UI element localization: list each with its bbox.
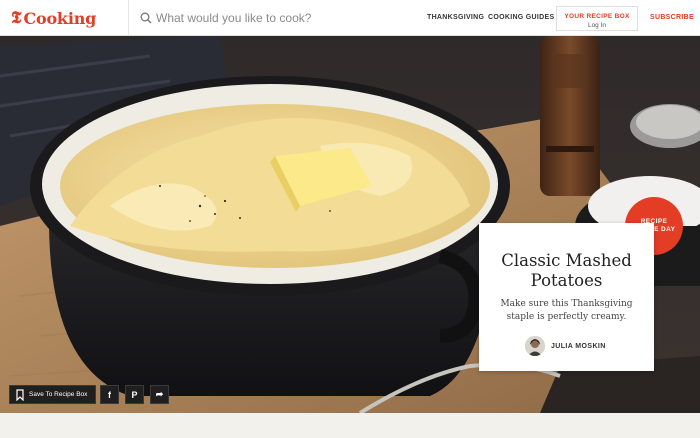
- recipe-author[interactable]: JULIA MOSKIN: [525, 336, 606, 356]
- top-header: 𝕿 Cooking THANKSGIVING COOKING GUIDES YO…: [0, 0, 700, 36]
- nav-cooking-guides[interactable]: COOKING GUIDES: [488, 14, 554, 21]
- save-label: Save To Recipe Box: [29, 391, 88, 398]
- pinterest-share-button[interactable]: P: [125, 385, 144, 404]
- save-to-recipe-box-button[interactable]: Save To Recipe Box: [9, 385, 96, 404]
- subscribe-link[interactable]: SUBSCRIBE: [650, 14, 694, 21]
- bookmark-icon: [16, 388, 24, 401]
- page-footer-strip: [0, 413, 700, 438]
- recipe-box-label: YOUR RECIPE BOX: [564, 13, 630, 20]
- recipe-title[interactable]: Classic Mashed Potatoes: [487, 251, 646, 291]
- search-icon[interactable]: [140, 12, 152, 24]
- forward-icon: ➦: [155, 389, 164, 399]
- brand-logo[interactable]: 𝕿 Cooking: [0, 0, 129, 36]
- login-link[interactable]: Log In: [557, 22, 637, 29]
- nyt-t-logo: 𝕿: [11, 8, 22, 28]
- facebook-share-button[interactable]: f: [100, 385, 119, 404]
- featured-recipe-card[interactable]: Classic Mashed Potatoes Make sure this T…: [479, 223, 654, 371]
- brand-name: Cooking: [23, 8, 97, 28]
- author-avatar: [525, 336, 545, 356]
- recipe-box-button[interactable]: YOUR RECIPE BOX Log In: [556, 6, 638, 31]
- search-input[interactable]: [152, 11, 386, 25]
- forward-share-button[interactable]: ➦: [150, 385, 169, 404]
- recipe-description: Make sure this Thanksgiving staple is pe…: [500, 299, 633, 322]
- nav-thanksgiving[interactable]: THANKSGIVING: [427, 14, 484, 21]
- facebook-icon: f: [108, 389, 111, 400]
- pinterest-icon: P: [131, 389, 138, 400]
- search-bar: [140, 8, 386, 28]
- author-name: JULIA MOSKIN: [551, 342, 606, 350]
